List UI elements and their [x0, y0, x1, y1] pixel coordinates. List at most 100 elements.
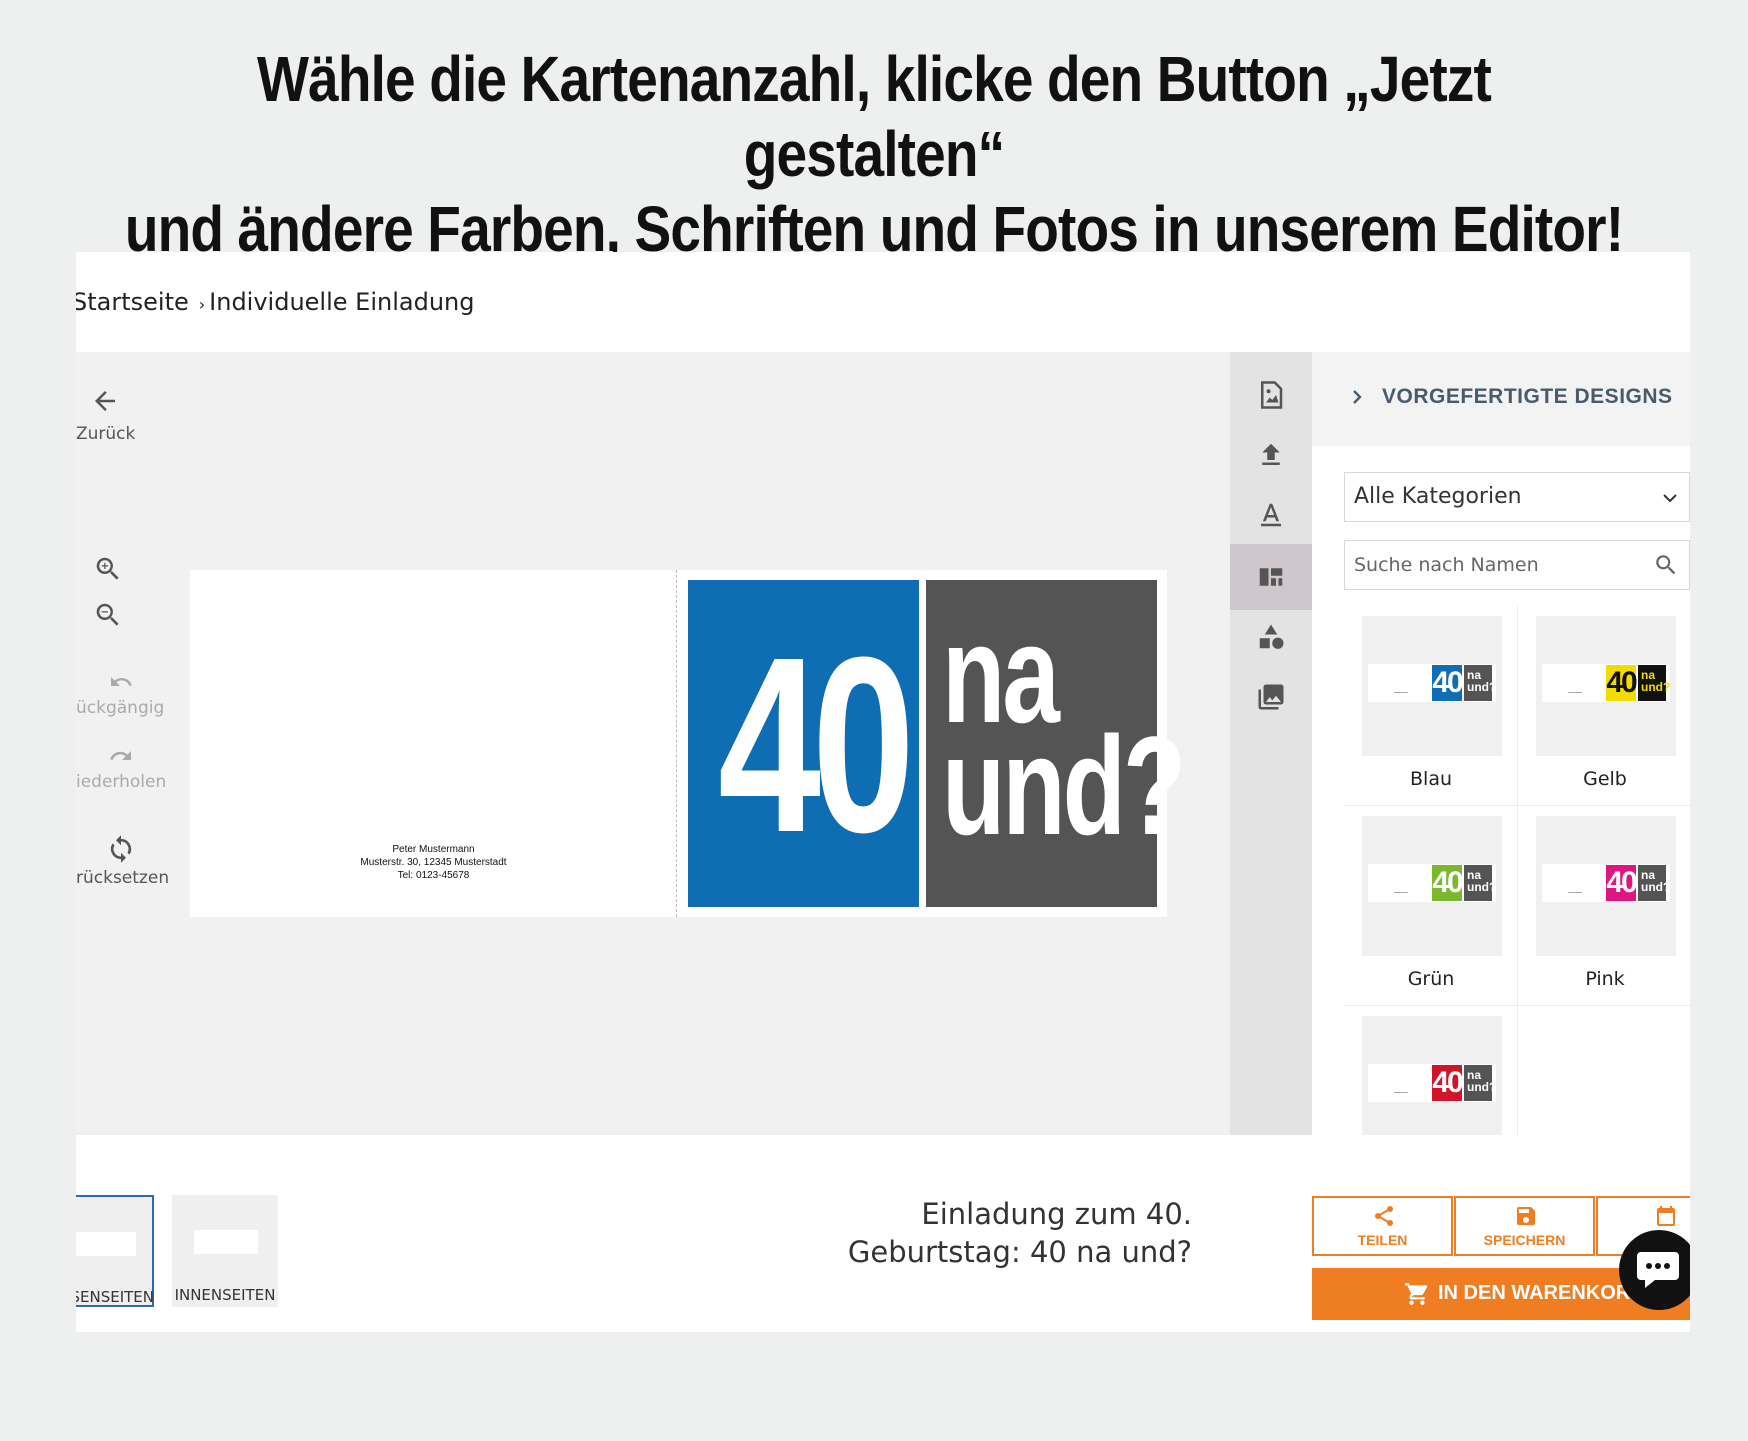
- card-canvas[interactable]: Peter Mustermann Musterstr. 30, 12345 Mu…: [190, 570, 1186, 917]
- calendar-icon: [1657, 1206, 1675, 1226]
- design-search-input[interactable]: Suche nach Namen: [1344, 540, 1690, 590]
- address-line: Tel: 0123-45678: [397, 870, 470, 881]
- share-label: TEILEN: [1357, 1232, 1408, 1248]
- share-button[interactable]: TEILEN: [1312, 1196, 1453, 1256]
- redo-button[interactable]: iederholen: [76, 744, 166, 792]
- editor-tool-bar: [1230, 352, 1312, 1135]
- editor-window: Startseite › Individuelle Einladung Zurück…: [76, 252, 1690, 1332]
- design-workspace: Zurück ückgängig iederholen rücksetzen P…: [76, 352, 1230, 1135]
- photo-library-icon: [1258, 684, 1284, 710]
- gray-panel[interactable]: na und?: [926, 580, 1186, 907]
- design-thumb-text: und?: [1467, 880, 1497, 894]
- text-tool-button[interactable]: [1230, 482, 1312, 548]
- category-select-value: Alle Kategorien: [1354, 484, 1522, 509]
- breadcrumb: Startseite › Individuelle Einladung: [76, 288, 474, 316]
- save-button[interactable]: SPEICHERN: [1454, 1196, 1595, 1256]
- reset-button[interactable]: rücksetzen: [76, 834, 170, 888]
- product-title-line-2: Geburtstag: 40 na und?: [847, 1235, 1192, 1269]
- designs-panel-header[interactable]: VORGEFERTIGTE DESIGNS: [1312, 352, 1690, 446]
- undo-label: ückgängig: [76, 698, 165, 718]
- blue-panel[interactable]: 40: [688, 580, 919, 907]
- design-tile-gruen[interactable]: 40 na und? Grün: [1344, 806, 1518, 1006]
- page-tab-label: SSENSEITEN: [76, 1288, 154, 1306]
- page-preview: [76, 1232, 136, 1256]
- chat-icon: [1637, 1252, 1679, 1288]
- save-label: SPEICHERN: [1483, 1232, 1566, 1248]
- designs-panel: VORGEFERTIGTE DESIGNS Alle Kategorien Su…: [1312, 352, 1690, 1135]
- design-thumbnail: 40 na und?: [1362, 616, 1502, 756]
- category-select[interactable]: Alle Kategorien: [1344, 472, 1690, 522]
- card-slogan-line-2: und?: [942, 707, 1186, 864]
- card-slogan[interactable]: na und?: [942, 604, 1186, 864]
- text-icon: [1261, 503, 1281, 527]
- shapes-icon: [1259, 624, 1284, 649]
- design-thumb-number: 40: [1606, 865, 1638, 901]
- design-thumb-number: 40: [1432, 1065, 1464, 1101]
- design-thumb-text: und?: [1467, 680, 1497, 694]
- search-placeholder: Suche nach Namen: [1354, 554, 1539, 576]
- reset-icon: [110, 835, 132, 863]
- design-thumbnail: 40 na und?: [1362, 1016, 1502, 1135]
- breadcrumb-current: Individuelle Einladung: [209, 288, 475, 316]
- cart-icon: [1405, 1283, 1428, 1305]
- card-front-page[interactable]: 40 na und?: [688, 580, 1186, 907]
- image-file-icon: [1261, 381, 1283, 409]
- back-button[interactable]: Zurück: [76, 386, 135, 444]
- undo-button[interactable]: ückgängig: [76, 670, 166, 718]
- redo-label: iederholen: [76, 772, 167, 792]
- page-tab-outer[interactable]: SSENSEITEN: [76, 1195, 154, 1307]
- zoom-in-button[interactable]: [92, 554, 124, 584]
- page-preview: [194, 1230, 258, 1254]
- search-icon[interactable]: [1653, 552, 1679, 578]
- layout-icon: [1259, 568, 1283, 586]
- gallery-tool-button[interactable]: [1230, 664, 1312, 730]
- arrow-left-icon: [95, 391, 115, 411]
- save-icon: [1517, 1207, 1535, 1225]
- design-tile-gelb[interactable]: 40 na und? Gelb: [1518, 606, 1690, 806]
- breadcrumb-separator-icon: ›: [198, 295, 206, 314]
- design-tile-rot[interactable]: 40 na und?: [1344, 1006, 1518, 1135]
- design-label: Gelb: [1583, 768, 1627, 790]
- image-tool-button[interactable]: [1230, 362, 1312, 428]
- layout-tool-button[interactable]: [1230, 544, 1312, 610]
- reset-label: rücksetzen: [76, 868, 170, 888]
- design-label: Blau: [1410, 768, 1452, 790]
- share-icon: [1375, 1206, 1393, 1226]
- upload-icon: [1262, 443, 1280, 465]
- design-thumbnail: 40 na und?: [1536, 816, 1676, 956]
- design-thumb-text: und?: [1641, 680, 1671, 694]
- headline-line-1: Wähle die Kartenanzahl, klicke den Butto…: [256, 43, 1492, 190]
- design-thumbnail: 40 na und?: [1536, 616, 1676, 756]
- design-tile-pink[interactable]: 40 na und? Pink: [1518, 806, 1690, 1006]
- chevron-down-icon: [1663, 494, 1677, 503]
- address-line: Musterstr. 30, 12345 Musterstadt: [360, 857, 507, 868]
- zoom-out-icon: [96, 603, 119, 626]
- design-thumbnail: 40 na und?: [1362, 816, 1502, 956]
- shapes-tool-button[interactable]: [1230, 604, 1312, 670]
- chat-bubble-button[interactable]: [1619, 1230, 1690, 1310]
- card-back-page[interactable]: Peter Mustermann Musterstr. 30, 12345 Mu…: [190, 570, 677, 917]
- design-thumb-text: und?: [1467, 1080, 1497, 1094]
- upload-tool-button[interactable]: [1230, 422, 1312, 488]
- page-headline: Wähle die Kartenanzahl, klicke den Butto…: [122, 42, 1625, 267]
- design-thumb-number: 40: [1432, 665, 1464, 701]
- designs-panel-title: VORGEFERTIGTE DESIGNS: [1382, 385, 1673, 408]
- product-title: Einladung zum 40. Geburtstag: 40 na und?: [848, 1195, 1192, 1271]
- undo-icon: [111, 677, 132, 686]
- add-to-cart-label: IN DEN WARENKORB: [1438, 1282, 1645, 1304]
- sender-address[interactable]: Peter Mustermann Musterstr. 30, 12345 Mu…: [190, 843, 677, 882]
- zoom-out-button[interactable]: [92, 600, 124, 630]
- bottom-bar: SSENSEITEN INNENSEITEN Einladung zum 40.…: [76, 1135, 1690, 1332]
- redo-icon: [110, 751, 131, 760]
- breadcrumb-home-link[interactable]: Startseite: [76, 288, 189, 316]
- address-line: Peter Mustermann: [392, 844, 475, 855]
- design-thumb-number: 40: [1432, 865, 1464, 901]
- design-label: Pink: [1585, 968, 1625, 990]
- chevron-right-icon: [1353, 390, 1362, 404]
- product-title-line-1: Einladung zum 40.: [921, 1197, 1192, 1231]
- design-tile-blau[interactable]: 40 na und? Blau: [1344, 606, 1518, 806]
- design-thumb-number: 40: [1606, 665, 1638, 701]
- card-number[interactable]: 40: [718, 620, 915, 870]
- design-label: Grün: [1407, 968, 1455, 990]
- page-tab-inner[interactable]: INNENSEITEN: [172, 1195, 278, 1307]
